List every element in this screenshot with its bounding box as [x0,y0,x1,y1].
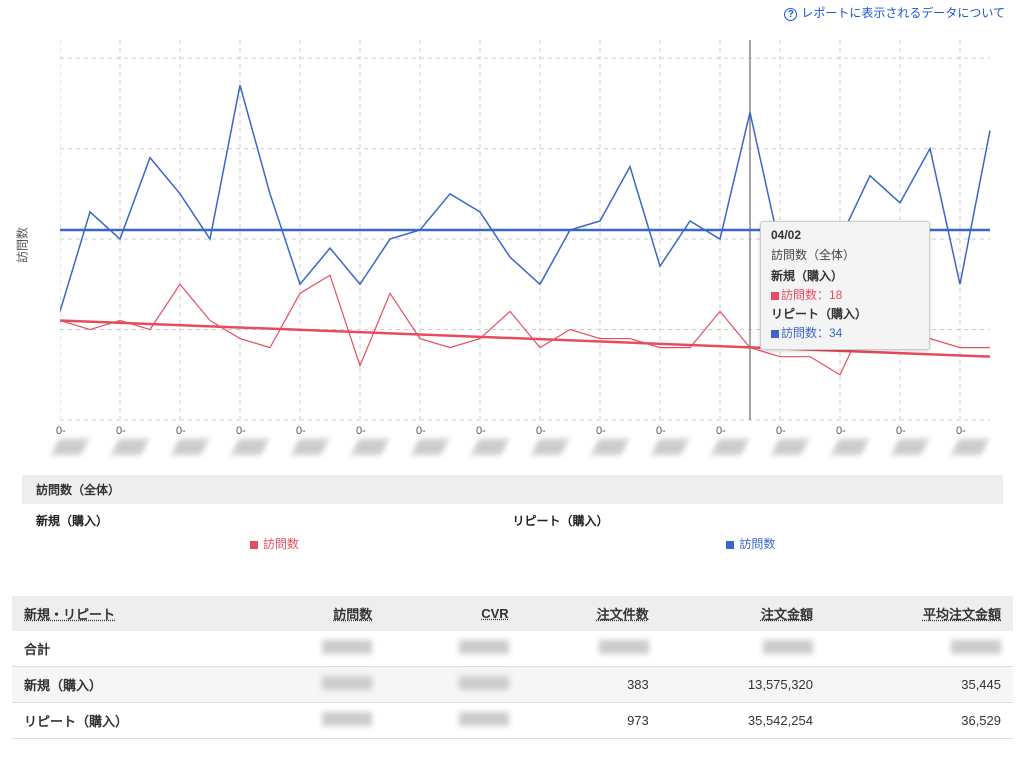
table-cell: 383 [521,667,661,703]
legend-swatch-icon [250,541,258,549]
legend-header: 訪問数（全体） [22,475,1003,504]
table-cell: 36,529 [825,703,1013,739]
legend-item[interactable]: 訪問数 [513,535,990,552]
table-cell: 35,542,254 [661,703,825,739]
table-header[interactable]: 平均注文金額 [825,596,1013,631]
table-header[interactable]: CVR [384,596,520,631]
y-axis-label: 訪問数 [14,227,31,263]
table-row-label: 合計 [12,631,248,667]
table-header[interactable]: 注文金額 [661,596,825,631]
table-cell: 35,445 [825,667,1013,703]
legend-swatch-icon [726,541,734,549]
legend-item[interactable]: 訪問数 [36,535,513,552]
table-cell [521,631,661,667]
table-header[interactable]: 訪問数 [248,596,384,631]
legend-column-title: 新規（購入） [36,512,513,529]
table-cell: 13,575,320 [661,667,825,703]
table-cell [825,631,1013,667]
chart-legend: 訪問数（全体） 新規（購入）リピート（購入） 訪問数 訪問数 [22,475,1003,566]
summary-table: 新規・リピート訪問数CVR注文件数注文金額平均注文金額 合計新規（購入） 3831… [12,596,1013,739]
table-cell [248,667,384,703]
table-cell [384,667,520,703]
table-row: 合計 [12,631,1013,667]
chart-tooltip: 04/02訪問数（全体）新規（購入）訪問数：18リピート（購入）訪問数：34 [760,221,930,350]
chart-area: 訪問数 0件件件件件 0-0-0-0-0-0-0-0-0-0-0-0-0-0-0… [10,25,1015,465]
table-cell: 973 [521,703,661,739]
table-row-label: リピート（購入） [12,703,248,739]
chart-plot[interactable]: 0件件件件件 0-0-0-0-0-0-0-0-0-0-0-0-0-0-0-0- … [60,35,1000,435]
table-cell [384,703,520,739]
table-cell [384,631,520,667]
table-header[interactable]: 新規・リピート [12,596,248,631]
question-icon: ? [784,8,797,21]
table-header[interactable]: 注文件数 [521,596,661,631]
table-row: リピート（購入） 97335,542,25436,529 [12,703,1013,739]
legend-column-title: リピート（購入） [513,512,990,529]
table-row: 新規（購入） 38313,575,32035,445 [12,667,1013,703]
table-cell [248,631,384,667]
report-data-info-link[interactable]: ? レポートに表示されるデータについて [0,0,1025,25]
table-cell [248,703,384,739]
report-data-info-label: レポートに表示されるデータについて [801,6,1005,20]
table-row-label: 新規（購入） [12,667,248,703]
table-cell [661,631,825,667]
